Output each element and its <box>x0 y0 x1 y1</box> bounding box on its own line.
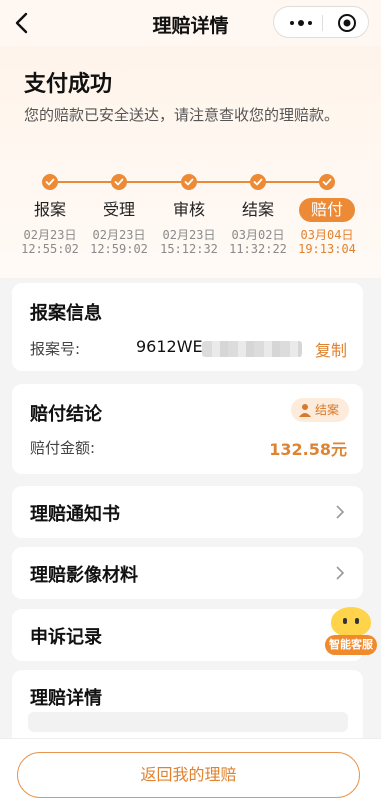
notice-label: 理赔通知书 <box>30 504 120 525</box>
case-number-value: 9612WE <box>136 337 203 356</box>
amount-value: 132.58元 <box>269 440 347 459</box>
assistant-avatar-icon <box>331 607 371 637</box>
step-time: 15:12:32 <box>160 242 218 256</box>
person-icon <box>298 404 311 417</box>
close-miniprogram-icon[interactable] <box>337 13 357 33</box>
materials-label: 理赔影像材料 <box>30 565 138 586</box>
smart-service-label: 智能客服 <box>325 635 377 655</box>
capsule-divider <box>322 15 323 31</box>
step-time: 19:13:04 <box>298 242 356 256</box>
payment-status: 支付成功 <box>24 72 113 97</box>
footer-bar: 返回我的理赔 <box>0 738 381 810</box>
check-icon <box>319 174 335 190</box>
status-badge: 结案 <box>290 398 349 422</box>
case-number-label: 报案号: <box>30 340 81 358</box>
step-date: 02月23日 <box>162 228 216 242</box>
step-date: 03月02日 <box>231 228 285 242</box>
amount-label: 赔付金额: <box>30 439 96 457</box>
step-time: 12:55:02 <box>21 242 79 256</box>
chevron-right-icon <box>336 505 345 519</box>
check-icon <box>111 174 127 190</box>
status-badge-label: 结案 <box>314 403 339 417</box>
payment-description: 您的赔款已安全送达，请注意查收您的理赔款。 <box>24 106 340 124</box>
details-label: 理赔详情 <box>30 688 102 709</box>
smart-service-button[interactable]: 智能客服 <box>325 607 377 659</box>
step-time: 12:59:02 <box>90 242 148 256</box>
report-info-title: 报案信息 <box>30 303 102 324</box>
step-name: 受理 <box>102 200 135 219</box>
appeal-row[interactable]: 申诉记录 <box>12 609 363 661</box>
step-name: 赔付 <box>299 198 355 222</box>
step-name: 结案 <box>241 200 274 219</box>
check-icon <box>250 174 266 190</box>
assistant-eye <box>355 618 359 624</box>
materials-row[interactable]: 理赔影像材料 <box>12 547 363 599</box>
step-name: 审核 <box>172 200 205 219</box>
step-date: 02月23日 <box>23 228 77 242</box>
chevron-right-icon <box>336 566 345 580</box>
check-icon <box>181 174 197 190</box>
case-number-masked <box>202 341 302 357</box>
step-date: 03月04日 <box>300 228 354 242</box>
conclusion-card: 赔付结论 结案 赔付金额: 132.58元 <box>12 384 363 474</box>
step-date: 02月23日 <box>92 228 146 242</box>
copy-button[interactable]: 复制 <box>315 337 347 361</box>
step-time: 11:32:22 <box>229 242 287 256</box>
claim-progress-header: 支付成功 您的赔款已安全送达，请注意查收您的理赔款。 报案 02月23日 12:55… <box>0 46 381 278</box>
nav-bar: 理赔详情 <box>0 0 381 46</box>
notice-row[interactable]: 理赔通知书 <box>12 486 363 538</box>
back-to-claims-button[interactable]: 返回我的理赔 <box>17 752 360 798</box>
conclusion-title: 赔付结论 <box>30 404 102 425</box>
step-name: 报案 <box>33 200 66 219</box>
more-icon[interactable] <box>290 20 312 26</box>
check-icon <box>42 174 58 190</box>
mini-program-capsule <box>273 6 369 38</box>
report-info-card: 报案信息 报案号: 9612WE 复制 <box>12 283 363 371</box>
details-placeholder <box>28 712 348 732</box>
assistant-eye <box>343 618 347 624</box>
appeal-label: 申诉记录 <box>30 627 102 648</box>
